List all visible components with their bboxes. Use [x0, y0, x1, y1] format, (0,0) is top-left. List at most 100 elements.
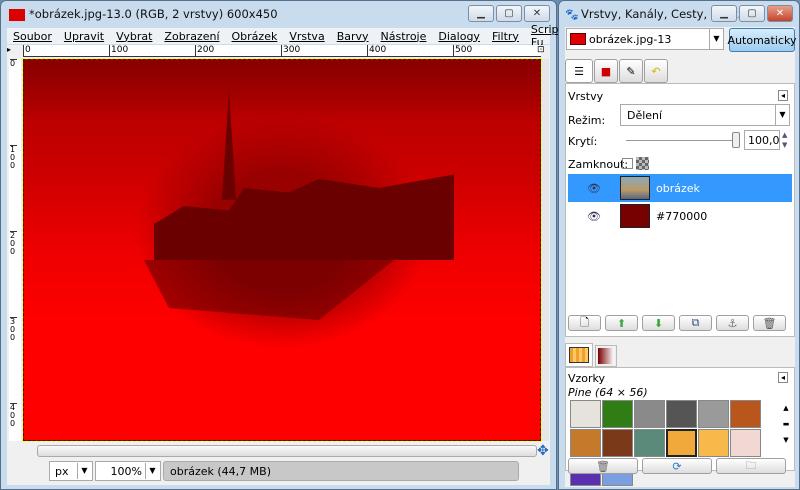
tab-paths[interactable]: ✎ [619, 59, 643, 83]
image-select-value: obrázek.jpg-13 [589, 33, 672, 46]
menu-item[interactable]: Barvy [337, 30, 369, 43]
pattern-swatch[interactable] [730, 400, 761, 428]
panel-menu-button[interactable]: ◂ [777, 372, 788, 383]
folder-icon: 🗀 [745, 458, 757, 472]
layer-name: obrázek [656, 181, 700, 195]
selected-pattern-label: Pine (64 × 56) [568, 386, 648, 399]
layer-row[interactable]: 👁 obrázek [568, 174, 792, 202]
menu-item[interactable]: Upravit [64, 30, 104, 43]
opacity-slider[interactable] [626, 140, 738, 141]
lock-pixels-checkbox[interactable] [622, 158, 633, 169]
undo-icon: ↶ [651, 64, 661, 78]
ruler-tick-label: 100 [109, 45, 129, 57]
panel-menu-button[interactable]: ◂ [777, 90, 788, 101]
navigate-icon[interactable]: ✥ [537, 443, 549, 459]
eye-icon[interactable]: 👁 [568, 182, 620, 195]
menu-item[interactable]: Obrázek [232, 30, 278, 43]
arrow-up-icon: ⬆ [616, 316, 627, 330]
menu-item[interactable]: Zobrazení [164, 30, 219, 43]
tab-layers[interactable]: ☰ [565, 59, 593, 83]
close-button[interactable]: ✕ [524, 5, 550, 22]
image-thumbnail [570, 33, 586, 45]
maximize-button[interactable]: ▢ [496, 5, 522, 22]
lower-layer-button[interactable]: ⬇ [642, 315, 675, 331]
chevron-down-icon: ▼ [145, 463, 159, 479]
menu-item[interactable]: Vrstva [289, 30, 324, 43]
patterns-scrollbar[interactable]: ▲ ▬ ▼ [780, 400, 792, 454]
gimp-icon: 🐾 [565, 8, 579, 21]
pattern-swatch[interactable] [666, 400, 697, 428]
unit-select[interactable]: px ▼ [49, 461, 93, 481]
zoom-select[interactable]: 100% ▼ [95, 461, 161, 481]
ruler-tick-label: 200 [195, 45, 215, 57]
pattern-swatch[interactable] [570, 429, 601, 457]
refresh-patterns-button[interactable]: ⟳ [642, 458, 712, 474]
ruler-tick-label: 200 [10, 231, 17, 256]
patterns-icon [569, 347, 589, 363]
delete-pattern-button[interactable]: 🗑 [568, 458, 638, 474]
pattern-swatch[interactable] [730, 429, 761, 457]
pattern-swatch[interactable] [602, 400, 633, 428]
tab-undo[interactable]: ↶ [644, 59, 668, 83]
opacity-slider-handle[interactable] [732, 132, 740, 148]
duplicate-icon: ⧉ [691, 316, 700, 329]
lock-alpha-icon[interactable] [636, 157, 649, 170]
horizontal-ruler: 0 100 200 300 400 500 [23, 45, 541, 57]
menu-item[interactable]: Dialogy [438, 30, 480, 43]
layer-row[interactable]: 👁 #770000 [568, 202, 792, 230]
pattern-swatch[interactable] [666, 429, 697, 457]
anchor-icon: ⚓ [727, 316, 738, 330]
pattern-swatch[interactable] [698, 429, 729, 457]
zoom-value: 100% [110, 465, 142, 478]
mode-value: Dělení [627, 109, 663, 122]
layers-icon: ☰ [574, 64, 584, 78]
chevron-down-icon: ▼ [77, 463, 91, 479]
window-title: *obrázek.jpg-13.0 (RGB, 2 vrstvy) 600x45… [29, 7, 278, 21]
pattern-swatch[interactable] [698, 400, 729, 428]
minimize-button[interactable]: ▁ [711, 5, 737, 22]
menu-item[interactable]: Filtry [492, 30, 519, 43]
menu-item[interactable]: Soubor [13, 30, 52, 43]
eye-icon[interactable]: 👁 [568, 210, 620, 223]
automatic-button[interactable]: Automaticky [728, 28, 796, 52]
status-bar: obrázek (44,7 MB) [163, 461, 519, 481]
image-window: *obrázek.jpg-13.0 (RGB, 2 vrstvy) 600x45… [0, 0, 567, 490]
tab-channels[interactable]: ■ [594, 59, 618, 83]
opacity-spinner[interactable]: ▲ ▼ [782, 130, 787, 150]
image-select[interactable]: obrázek.jpg-13 ▼ [566, 28, 724, 50]
ruler-tick-label: 300 [281, 45, 301, 57]
pattern-swatch[interactable] [634, 429, 665, 457]
image-icon [9, 9, 25, 21]
ruler-tick-label: 500 [453, 45, 473, 57]
mode-select[interactable]: Dělení ▼ [620, 104, 790, 126]
lock-label: Zamknout: [568, 158, 629, 171]
zoom-follow-icon[interactable]: ⊡ [537, 45, 545, 55]
ruler-tick-label: 0 [10, 59, 17, 68]
image-canvas[interactable] [22, 58, 542, 442]
menu-item[interactable]: Nástroje [381, 30, 427, 43]
chevron-down-icon: ▼ [709, 29, 723, 49]
raise-layer-button[interactable]: ⬆ [605, 315, 638, 331]
close-button[interactable]: ✕ [767, 5, 793, 22]
minimize-button[interactable]: ▁ [468, 5, 494, 22]
open-pattern-folder-button[interactable]: 🗀 [716, 458, 786, 474]
arrow-down-icon: ⬇ [653, 316, 664, 330]
vertical-ruler: 0 100 200 300 400 [9, 59, 21, 441]
layer-thumbnail [620, 204, 650, 228]
opacity-input[interactable]: 100,0 [744, 130, 780, 150]
tab-patterns[interactable] [565, 343, 593, 367]
maximize-button[interactable]: ▢ [739, 5, 765, 22]
chevron-down-icon: ▼ [775, 105, 789, 125]
pattern-swatch[interactable] [602, 429, 633, 457]
pattern-swatch[interactable] [634, 400, 665, 428]
channels-icon: ■ [600, 64, 612, 78]
delete-layer-button[interactable]: 🗑 [753, 315, 786, 331]
new-layer-button[interactable]: 🗋 [568, 315, 601, 331]
pattern-swatch[interactable] [570, 400, 601, 428]
horizontal-scrollbar[interactable] [37, 445, 537, 457]
menu-item[interactable]: Vybrat [116, 30, 152, 43]
duplicate-layer-button[interactable]: ⧉ [679, 315, 712, 331]
anchor-layer-button[interactable]: ⚓ [716, 315, 749, 331]
tab-gradients[interactable] [595, 345, 617, 367]
quick-mask-menu-button[interactable]: ▸ [7, 45, 21, 57]
